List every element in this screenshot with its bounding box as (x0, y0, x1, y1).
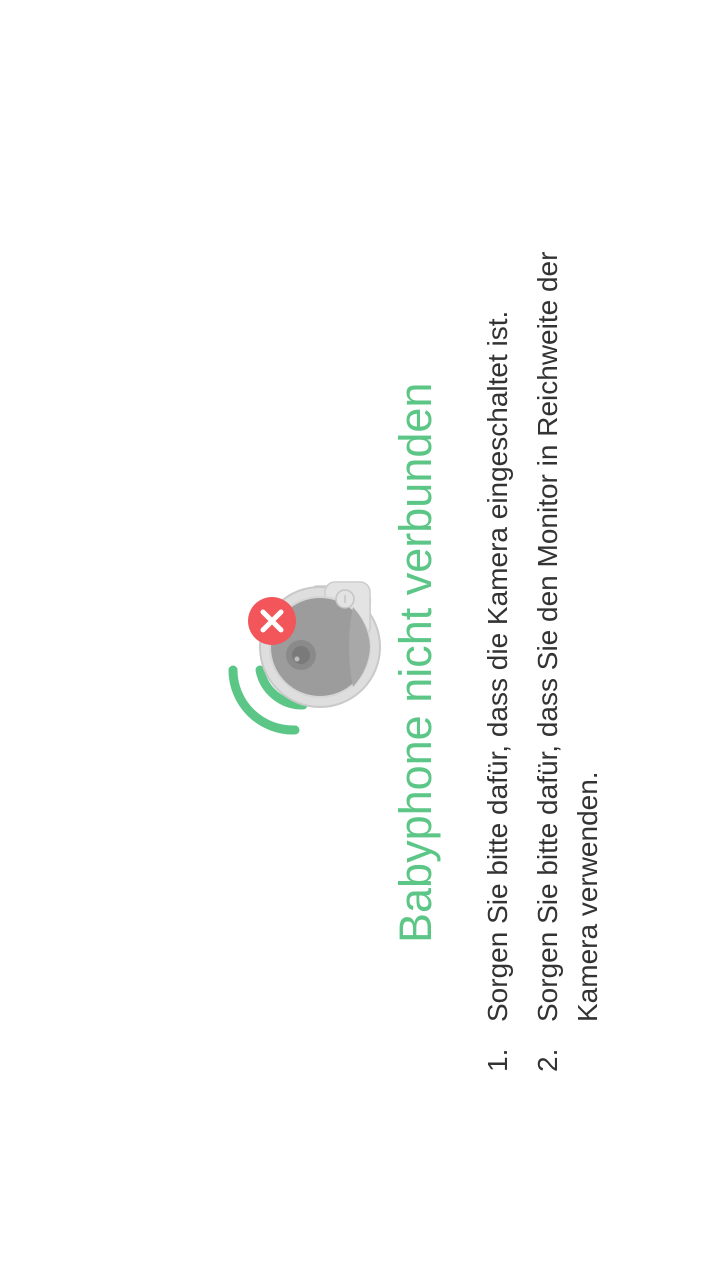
step-text: Sorgen Sie bitte dafür, dass die Kamera … (482, 310, 513, 1022)
step-text: Sorgen Sie bitte dafür, dass Sie den Mon… (532, 251, 603, 1022)
step-number: 2. (532, 1048, 563, 1072)
list-item: 2. Sorgen Sie bitte dafür, dass Sie den … (528, 192, 608, 1072)
rotated-content: Babyphone nicht verbunden 1. Sorgen Sie … (0, 0, 720, 1280)
camera-disconnected-icon (228, 581, 381, 735)
instruction-list: 1. Sorgen Sie bitte dafür, dass die Kame… (478, 192, 608, 1072)
step-number: 1. (482, 1048, 513, 1072)
screen: Babyphone nicht verbunden 1. Sorgen Sie … (0, 0, 720, 1280)
page-title: Babyphone nicht verbunden (390, 382, 441, 943)
list-item: 1. Sorgen Sie bitte dafür, dass die Kame… (478, 192, 518, 1072)
